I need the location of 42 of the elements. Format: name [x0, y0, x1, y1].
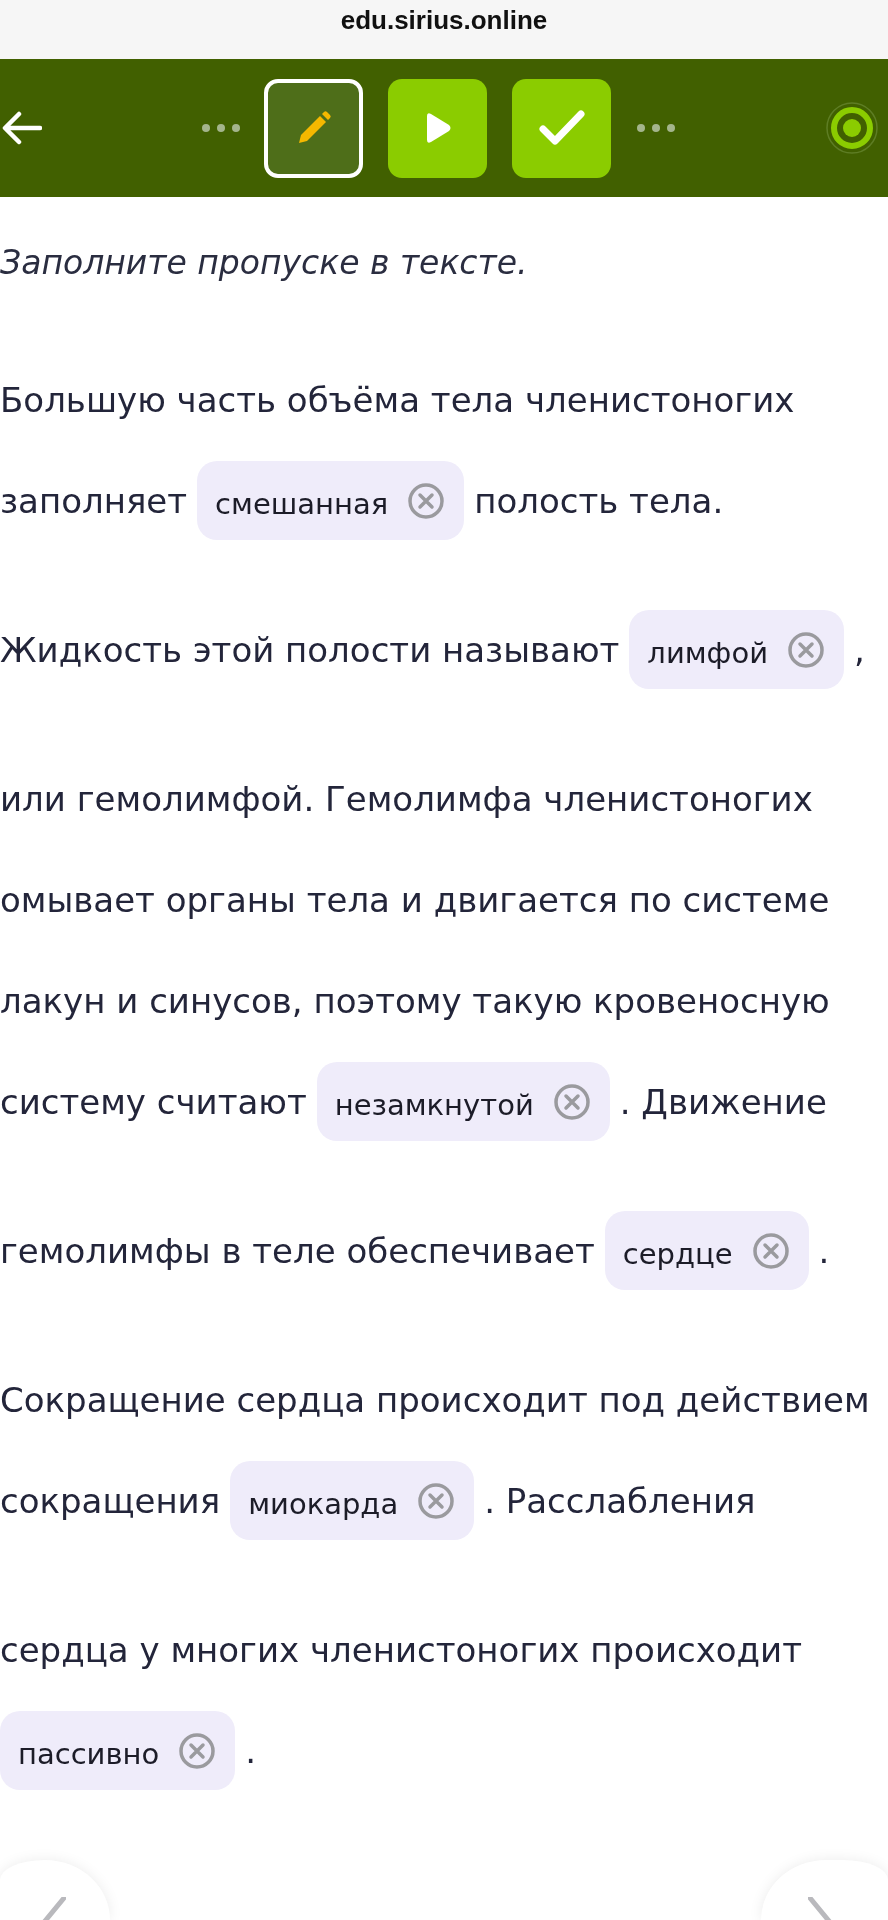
passage-text: или гемолимфой. Гемолимфа членистоногих	[0, 777, 813, 820]
chevron-left-icon	[42, 1897, 66, 1920]
step-button[interactable]	[264, 78, 363, 178]
step-button[interactable]	[512, 78, 611, 178]
passage-text: сердца у многих членистоногих происходит	[0, 1628, 802, 1671]
back-button[interactable]	[2, 111, 42, 145]
passage-text: .	[245, 1729, 257, 1772]
clear-icon[interactable]	[553, 1083, 590, 1120]
answer-chip[interactable]: незамкнутой	[316, 1062, 610, 1141]
answer-chip[interactable]: смешанная	[197, 461, 465, 540]
check-icon	[538, 110, 585, 146]
instruction-text: Заполните пропуске в тексте.	[0, 242, 529, 284]
passage-text: полость тела.	[474, 479, 724, 522]
target-icon	[826, 102, 878, 154]
ellipsis-icon	[202, 124, 240, 132]
passage-text: систему считают	[0, 1080, 307, 1123]
clear-icon[interactable]	[408, 482, 445, 519]
chevron-right-icon	[808, 1897, 832, 1920]
step-button[interactable]	[388, 78, 487, 178]
clear-icon[interactable]	[788, 631, 824, 668]
answer-chip[interactable]: миокарда	[230, 1461, 475, 1540]
clear-icon[interactable]	[418, 1482, 455, 1519]
clear-icon[interactable]	[179, 1732, 216, 1769]
answer-chip[interactable]: лимфой	[629, 610, 844, 689]
passage-text: омывает органы тела и двигается по системе	[0, 878, 830, 921]
passage-text: . Движение	[619, 1080, 827, 1123]
clear-icon[interactable]	[752, 1232, 789, 1269]
url-text[interactable]: edu.sirius.online	[340, 4, 548, 36]
passage-text: Большую часть объёма тела членистоногих	[0, 378, 795, 421]
passage-text: .	[818, 1229, 830, 1272]
passage-text: . Расслабления	[484, 1479, 756, 1522]
passage-text: ,	[854, 628, 865, 671]
passage-text: заполняет	[0, 479, 188, 522]
passage-text: гемолимфы в теле обеспечивает	[0, 1229, 595, 1272]
passage-text: Жидкость этой полости называют	[0, 628, 620, 671]
answer-chip[interactable]: сердце	[604, 1211, 809, 1290]
back-arrow-icon	[2, 111, 42, 145]
passage-text: лакун и синусов, поэтому такую кровеносную	[0, 979, 830, 1022]
passage-text: Сокращение сердца происходит под действием	[0, 1378, 870, 1421]
passage-text: сокращения	[0, 1479, 221, 1522]
answer-chip[interactable]: пассивно	[0, 1711, 236, 1790]
ellipsis-icon	[637, 124, 675, 132]
